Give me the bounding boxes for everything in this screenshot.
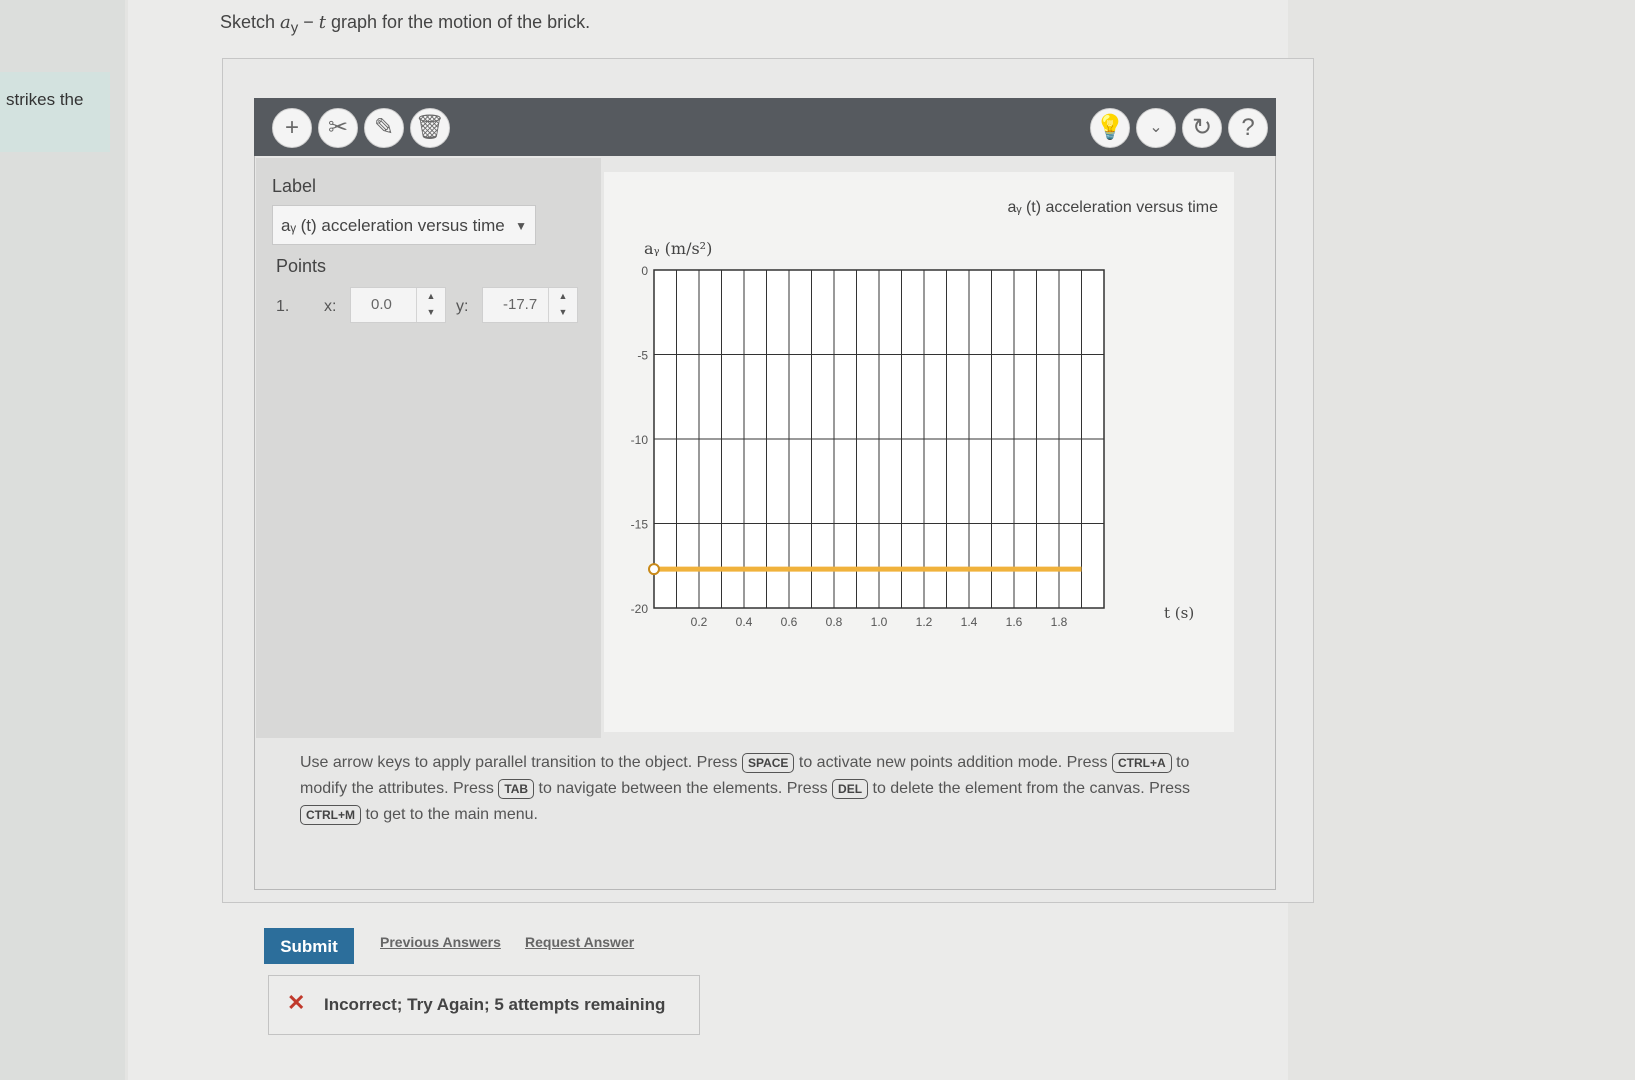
error-x-icon: ✕ <box>287 990 306 1015</box>
x-axis-label: t (s) <box>1164 604 1194 622</box>
feedback-text: Incorrect; Try Again; 5 attempts remaini… <box>324 995 666 1014</box>
kbd-space: SPACE <box>741 753 795 773</box>
chevron-down-icon[interactable]: ⌄ <box>1136 108 1176 148</box>
x-tick-label: 1.0 <box>871 615 888 629</box>
submit-button[interactable]: Submit <box>264 928 354 964</box>
kbd-tab: TAB <box>498 779 535 799</box>
keyboard-instructions: Use arrow keys to apply parallel transit… <box>300 753 1190 825</box>
x-tick-label: 1.8 <box>1051 615 1068 629</box>
x-tick-label: 0.4 <box>736 615 753 629</box>
question-text: Sketch ay − t graph for the motion of th… <box>220 12 591 37</box>
scissors-icon[interactable]: ✂ <box>318 108 358 148</box>
x-label: x: <box>324 298 337 315</box>
question-icon[interactable]: ? <box>1228 108 1268 148</box>
x-tick-label: 1.6 <box>1006 615 1023 629</box>
y-tick-label: -10 <box>631 433 649 447</box>
left-column <box>0 0 125 1080</box>
trash-icon[interactable]: 🗑 <box>410 108 450 148</box>
x-spinner-arrows-icon[interactable]: ▲ ▼ <box>416 288 445 322</box>
y-tick-label: 0 <box>641 264 648 278</box>
x-tick-label: 0.6 <box>781 615 798 629</box>
y-tick-label: -20 <box>631 602 649 616</box>
y-input-value: -17.7 <box>503 296 538 313</box>
x-tick-label: 0.8 <box>826 615 843 629</box>
label-heading: Label <box>272 176 317 196</box>
y-spinner-arrows-icon[interactable]: ▲ ▼ <box>548 288 577 322</box>
plus-icon[interactable]: + <box>272 108 312 148</box>
acceleration-chart[interactable]: 0-5-10-15-200.2 0.4 0.6 0.8 1.0 1.2 1.4 1.6 1.8 … <box>604 172 1234 732</box>
y-label: y: <box>456 298 469 315</box>
left-text-snippet: strikes the <box>0 72 110 152</box>
series-point[interactable] <box>648 563 660 576</box>
graph-toolbar: + ✂ ✎ 🗑 💡 ⌄ ↻ ? <box>254 98 1276 156</box>
feedback-box: ✕ Incorrect; Try Again; 5 attempts remai… <box>268 975 700 1035</box>
lightbulb-icon[interactable]: 💡 <box>1090 108 1130 148</box>
kbd-del: DEL <box>832 779 869 799</box>
x-input-value: 0.0 <box>371 296 392 313</box>
kbd-ctrl-m: CTRL+M <box>300 805 361 825</box>
label-select[interactable]: aᵧ (t) acceleration versus time ▼ <box>272 205 536 245</box>
points-heading: Points <box>276 256 327 276</box>
graph-canvas[interactable]: 0 -5 -10 -15 -20 0.2 0.4 0.6 0.8 1.0 1.2 1.4 1.6 1.8 … <box>604 172 1234 732</box>
edit-point-icon[interactable]: ✎ <box>364 108 404 148</box>
y-input[interactable]: -17.7 ▲ ▼ <box>482 287 578 323</box>
chevron-down-icon: ▼ <box>515 219 527 233</box>
left-snippet-text: strikes the <box>6 90 84 109</box>
x-tick-label: 1.4 <box>961 615 978 629</box>
y-tick-label: -15 <box>631 518 649 532</box>
point-index: 1. <box>276 298 290 315</box>
x-input[interactable]: 0.0 ▲ ▼ <box>350 287 446 323</box>
previous-answers-link[interactable]: Previous Answers <box>380 934 501 950</box>
y-axis-label: aᵧ (m/s²) <box>644 239 712 258</box>
y-tick-label: -5 <box>637 349 648 363</box>
kbd-ctrl-a: CTRL+A <box>1111 753 1172 773</box>
request-answer-link[interactable]: Request Answer <box>525 934 634 950</box>
chart-title: aᵧ (t) acceleration versus time <box>1007 199 1218 216</box>
label-select-value: aᵧ (t) acceleration versus time <box>281 216 505 235</box>
reset-icon[interactable]: ↻ <box>1182 108 1222 148</box>
x-tick-label: 1.2 <box>916 615 933 629</box>
x-tick-label: 0.2 <box>691 615 708 629</box>
